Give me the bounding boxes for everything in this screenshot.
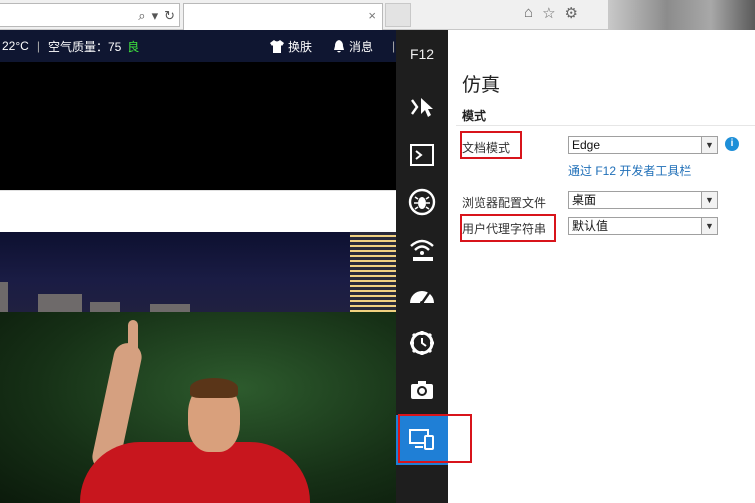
close-tab-icon[interactable]: × bbox=[368, 8, 376, 23]
message-label: 消息 bbox=[349, 39, 374, 54]
tshirt-icon bbox=[270, 39, 284, 53]
highlight-emulation-tool bbox=[398, 414, 472, 463]
highlight-document-mode bbox=[460, 131, 522, 159]
camera-icon[interactable] bbox=[396, 369, 448, 411]
divider: | bbox=[36, 39, 40, 53]
user-agent-select[interactable]: 默认值 ▼ bbox=[568, 217, 718, 235]
emulation-panel: 仿真 模式 文档模式 Edge ▼ i 通过 F12 开发者工具栏 浏览器配置文… bbox=[448, 30, 755, 503]
chevron-down-icon: ▼ bbox=[701, 137, 717, 153]
browser-profile-select[interactable]: 桌面 ▼ bbox=[568, 191, 718, 209]
site-topbar: 22°C | 空气质量：75 良 换肤 消息 | bbox=[0, 30, 396, 62]
browser-profile-value: 桌面 bbox=[572, 193, 597, 207]
chevron-down-icon: ▼ bbox=[701, 192, 717, 208]
air-quality-label: 空气质量：75 bbox=[47, 39, 122, 54]
network-icon[interactable] bbox=[396, 228, 448, 270]
chevron-down-icon[interactable]: ▾ bbox=[152, 7, 159, 25]
debugger-icon[interactable] bbox=[396, 181, 448, 223]
settings-icon[interactable]: ⚙ bbox=[565, 4, 578, 22]
panel-title: 仿真 bbox=[462, 75, 501, 96]
message-button[interactable]: 消息 bbox=[333, 38, 373, 55]
banner-area bbox=[0, 62, 396, 190]
document-mode-select[interactable]: Edge ▼ bbox=[568, 136, 718, 154]
user-agent-value: 默认值 bbox=[572, 219, 609, 233]
browser-toolbar: ⌕ ▾ ↻ × ⌂ ☆ ⚙ bbox=[0, 0, 755, 30]
new-tab-button[interactable] bbox=[385, 3, 411, 27]
content-strip bbox=[0, 190, 396, 232]
chevron-down-icon: ▼ bbox=[701, 218, 717, 234]
skin-label: 换肤 bbox=[288, 39, 313, 54]
skin-button[interactable]: 换肤 bbox=[270, 38, 312, 55]
address-bar[interactable]: ⌕ ▾ ↻ bbox=[0, 3, 180, 27]
city-night-image bbox=[0, 232, 396, 312]
home-icon[interactable]: ⌂ bbox=[524, 4, 533, 22]
devtools-title: F12 bbox=[409, 46, 435, 62]
section-heading: 模式 bbox=[462, 109, 487, 123]
browser-profile-label: 浏览器配置文件 bbox=[462, 196, 547, 210]
memory-icon[interactable] bbox=[396, 322, 448, 364]
info-icon[interactable]: i bbox=[725, 137, 739, 151]
performance-icon[interactable] bbox=[396, 275, 448, 317]
console-icon[interactable] bbox=[396, 134, 448, 176]
dom-explorer-icon[interactable] bbox=[396, 86, 448, 128]
search-icon[interactable]: ⌕ bbox=[138, 7, 145, 25]
f12-toolbar-link[interactable]: 通过 F12 开发者工具栏 bbox=[568, 162, 691, 179]
divider: | bbox=[392, 39, 396, 53]
weather-text: 22°C bbox=[2, 39, 29, 53]
highlight-user-agent bbox=[460, 214, 556, 242]
document-mode-value: Edge bbox=[572, 138, 601, 152]
air-quality-level: 良 bbox=[127, 39, 140, 54]
bell-icon bbox=[334, 39, 344, 52]
refresh-icon[interactable]: ↻ bbox=[164, 7, 175, 25]
divider bbox=[456, 125, 755, 126]
favorites-icon[interactable]: ☆ bbox=[542, 4, 555, 22]
player-photo bbox=[0, 312, 396, 503]
background-photo bbox=[608, 0, 755, 30]
browser-tab[interactable]: × bbox=[183, 3, 383, 30]
